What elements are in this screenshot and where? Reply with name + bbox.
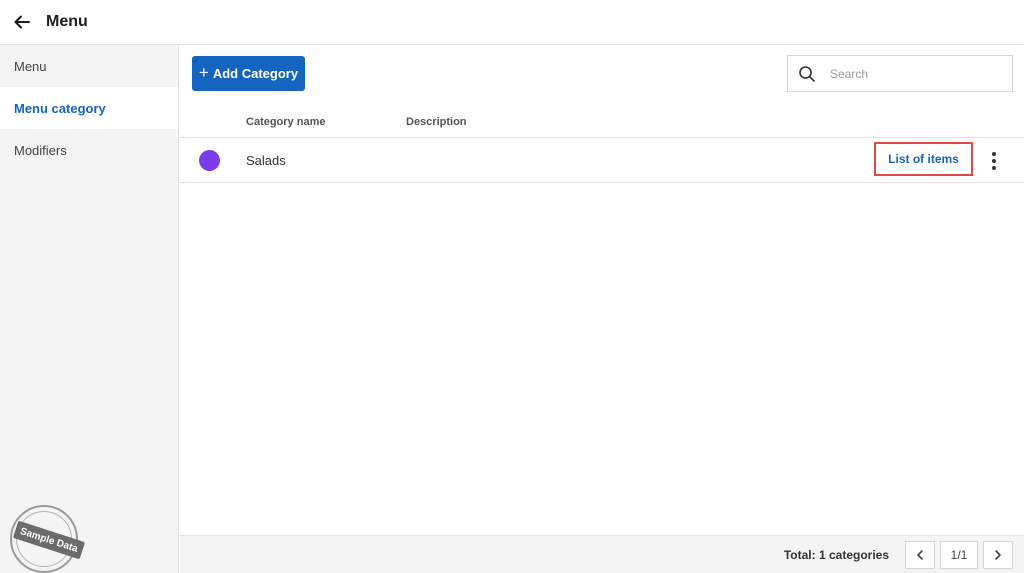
sidebar: Menu Menu category Modifiers Sample Data: [0, 45, 179, 573]
stamp-label: Sample Data: [12, 520, 86, 560]
table-header: Category name Description: [180, 107, 1024, 138]
add-category-button[interactable]: + Add Category: [192, 56, 305, 91]
sidebar-item-menu-category[interactable]: Menu category: [0, 87, 178, 129]
sidebar-item-menu[interactable]: Menu: [0, 45, 178, 87]
next-page-button[interactable]: [983, 541, 1013, 569]
search-input[interactable]: [830, 66, 1000, 81]
top-bar: Menu: [0, 0, 1024, 45]
arrow-left-icon: [14, 15, 30, 29]
category-name: Salads: [246, 153, 286, 168]
column-header-category-name: Category name: [246, 116, 326, 128]
table-row[interactable]: Salads List of items: [180, 138, 1024, 183]
page-title: Menu: [46, 13, 88, 30]
chevron-right-icon: [995, 550, 1001, 560]
page-indicator: 1/1: [940, 541, 978, 569]
total-count: Total: 1 categories: [783, 548, 889, 562]
list-of-items-link[interactable]: List of items: [874, 142, 973, 176]
column-header-description: Description: [406, 116, 467, 128]
sample-data-stamp: Sample Data: [10, 505, 86, 573]
plus-icon: +: [198, 63, 209, 82]
search-icon: [798, 65, 816, 83]
back-button[interactable]: [12, 12, 32, 32]
more-vertical-icon[interactable]: [986, 152, 1002, 170]
table-footer: Total: 1 categories 1/1: [180, 535, 1024, 573]
sidebar-item-modifiers[interactable]: Modifiers: [0, 129, 178, 171]
main-content: + Add Category Category name Description…: [180, 45, 1024, 573]
chevron-left-icon: [917, 550, 923, 560]
add-category-label: Add Category: [212, 66, 299, 81]
category-color-dot: [199, 150, 220, 171]
search-box[interactable]: [787, 55, 1013, 92]
previous-page-button[interactable]: [905, 541, 935, 569]
